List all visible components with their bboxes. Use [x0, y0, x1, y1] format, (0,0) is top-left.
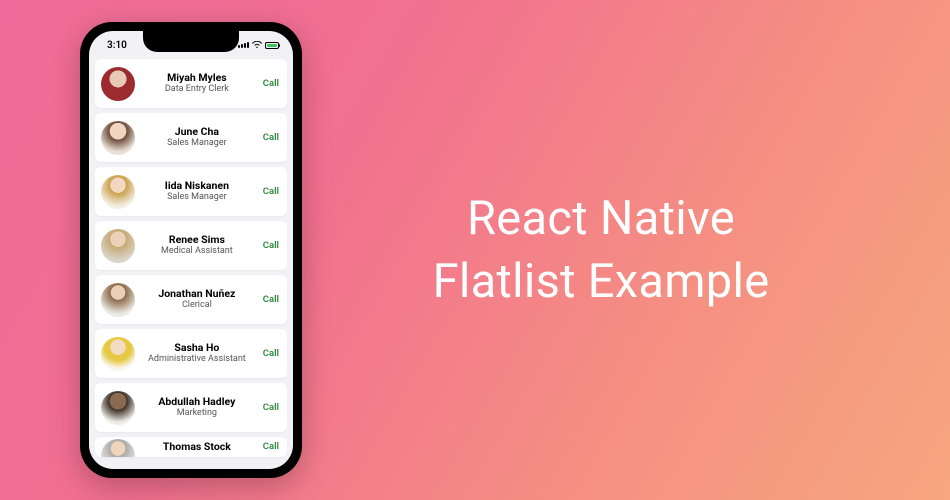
status-indicators	[238, 41, 279, 49]
status-time: 3:10	[107, 40, 127, 51]
avatar	[101, 391, 135, 425]
cellular-signal-icon	[238, 42, 249, 48]
call-button[interactable]: Call	[259, 348, 279, 359]
contact-role: Data Entry Clerk	[135, 84, 259, 94]
list-item[interactable]: Miyah Myles Data Entry Clerk Call	[95, 59, 287, 108]
contact-role: Administrative Assistant	[135, 354, 259, 364]
avatar	[101, 67, 135, 101]
call-button[interactable]: Call	[259, 240, 279, 251]
avatar	[101, 337, 135, 371]
title-line-2: Flatlist Example	[433, 254, 770, 309]
page-title: React Native Flatlist Example	[433, 187, 770, 314]
contact-role: Clerical	[135, 300, 259, 310]
avatar	[101, 283, 135, 317]
call-button[interactable]: Call	[259, 294, 279, 305]
phone-mockup: 3:10 Miyah Myles Data Entry Clerk Call	[80, 22, 302, 478]
list-item[interactable]: Sasha Ho Administrative Assistant Call	[95, 329, 287, 378]
contact-list[interactable]: Miyah Myles Data Entry Clerk Call June C…	[89, 59, 293, 457]
contact-role: Marketing	[135, 408, 259, 418]
list-item[interactable]: Thomas Stock Call	[95, 437, 287, 457]
list-item[interactable]: Iida Niskanen Sales Manager Call	[95, 167, 287, 216]
contact-role: Sales Manager	[135, 192, 259, 202]
contact-role: Sales Manager	[135, 138, 259, 148]
call-button[interactable]: Call	[259, 132, 279, 143]
contact-info: Thomas Stock	[135, 441, 259, 453]
call-button[interactable]: Call	[259, 78, 279, 89]
list-item[interactable]: Jonathan Nuñez Clerical Call	[95, 275, 287, 324]
battery-icon	[265, 42, 279, 49]
contact-info: Jonathan Nuñez Clerical	[135, 288, 259, 310]
contact-info: Renee Sims Medical Assistant	[135, 234, 259, 256]
contact-name: Thomas Stock	[135, 441, 259, 453]
avatar	[101, 439, 135, 457]
contact-name: Iida Niskanen	[135, 180, 259, 192]
list-item[interactable]: Renee Sims Medical Assistant Call	[95, 221, 287, 270]
contact-info: June Cha Sales Manager	[135, 126, 259, 148]
call-button[interactable]: Call	[259, 441, 279, 452]
contact-info: Sasha Ho Administrative Assistant	[135, 342, 259, 364]
title-line-1: React Native	[467, 191, 735, 246]
call-button[interactable]: Call	[259, 186, 279, 197]
list-item[interactable]: Abdullah Hadley Marketing Call	[95, 383, 287, 432]
call-button[interactable]: Call	[259, 402, 279, 413]
contact-name: Renee Sims	[135, 234, 259, 246]
contact-info: Iida Niskanen Sales Manager	[135, 180, 259, 202]
avatar	[101, 175, 135, 209]
list-item[interactable]: June Cha Sales Manager Call	[95, 113, 287, 162]
contact-info: Miyah Myles Data Entry Clerk	[135, 72, 259, 94]
page-title-block: React Native Flatlist Example	[302, 187, 950, 314]
status-bar: 3:10	[89, 31, 293, 59]
contact-name: Sasha Ho	[135, 342, 259, 354]
contact-role: Medical Assistant	[135, 246, 259, 256]
contact-name: June Cha	[135, 126, 259, 138]
wifi-icon	[252, 41, 262, 49]
contact-name: Jonathan Nuñez	[135, 288, 259, 300]
avatar	[101, 121, 135, 155]
phone-screen: 3:10 Miyah Myles Data Entry Clerk Call	[89, 31, 293, 469]
contact-name: Abdullah Hadley	[135, 396, 259, 408]
contact-name: Miyah Myles	[135, 72, 259, 84]
avatar	[101, 229, 135, 263]
contact-info: Abdullah Hadley Marketing	[135, 396, 259, 418]
phone-frame: 3:10 Miyah Myles Data Entry Clerk Call	[80, 22, 302, 478]
